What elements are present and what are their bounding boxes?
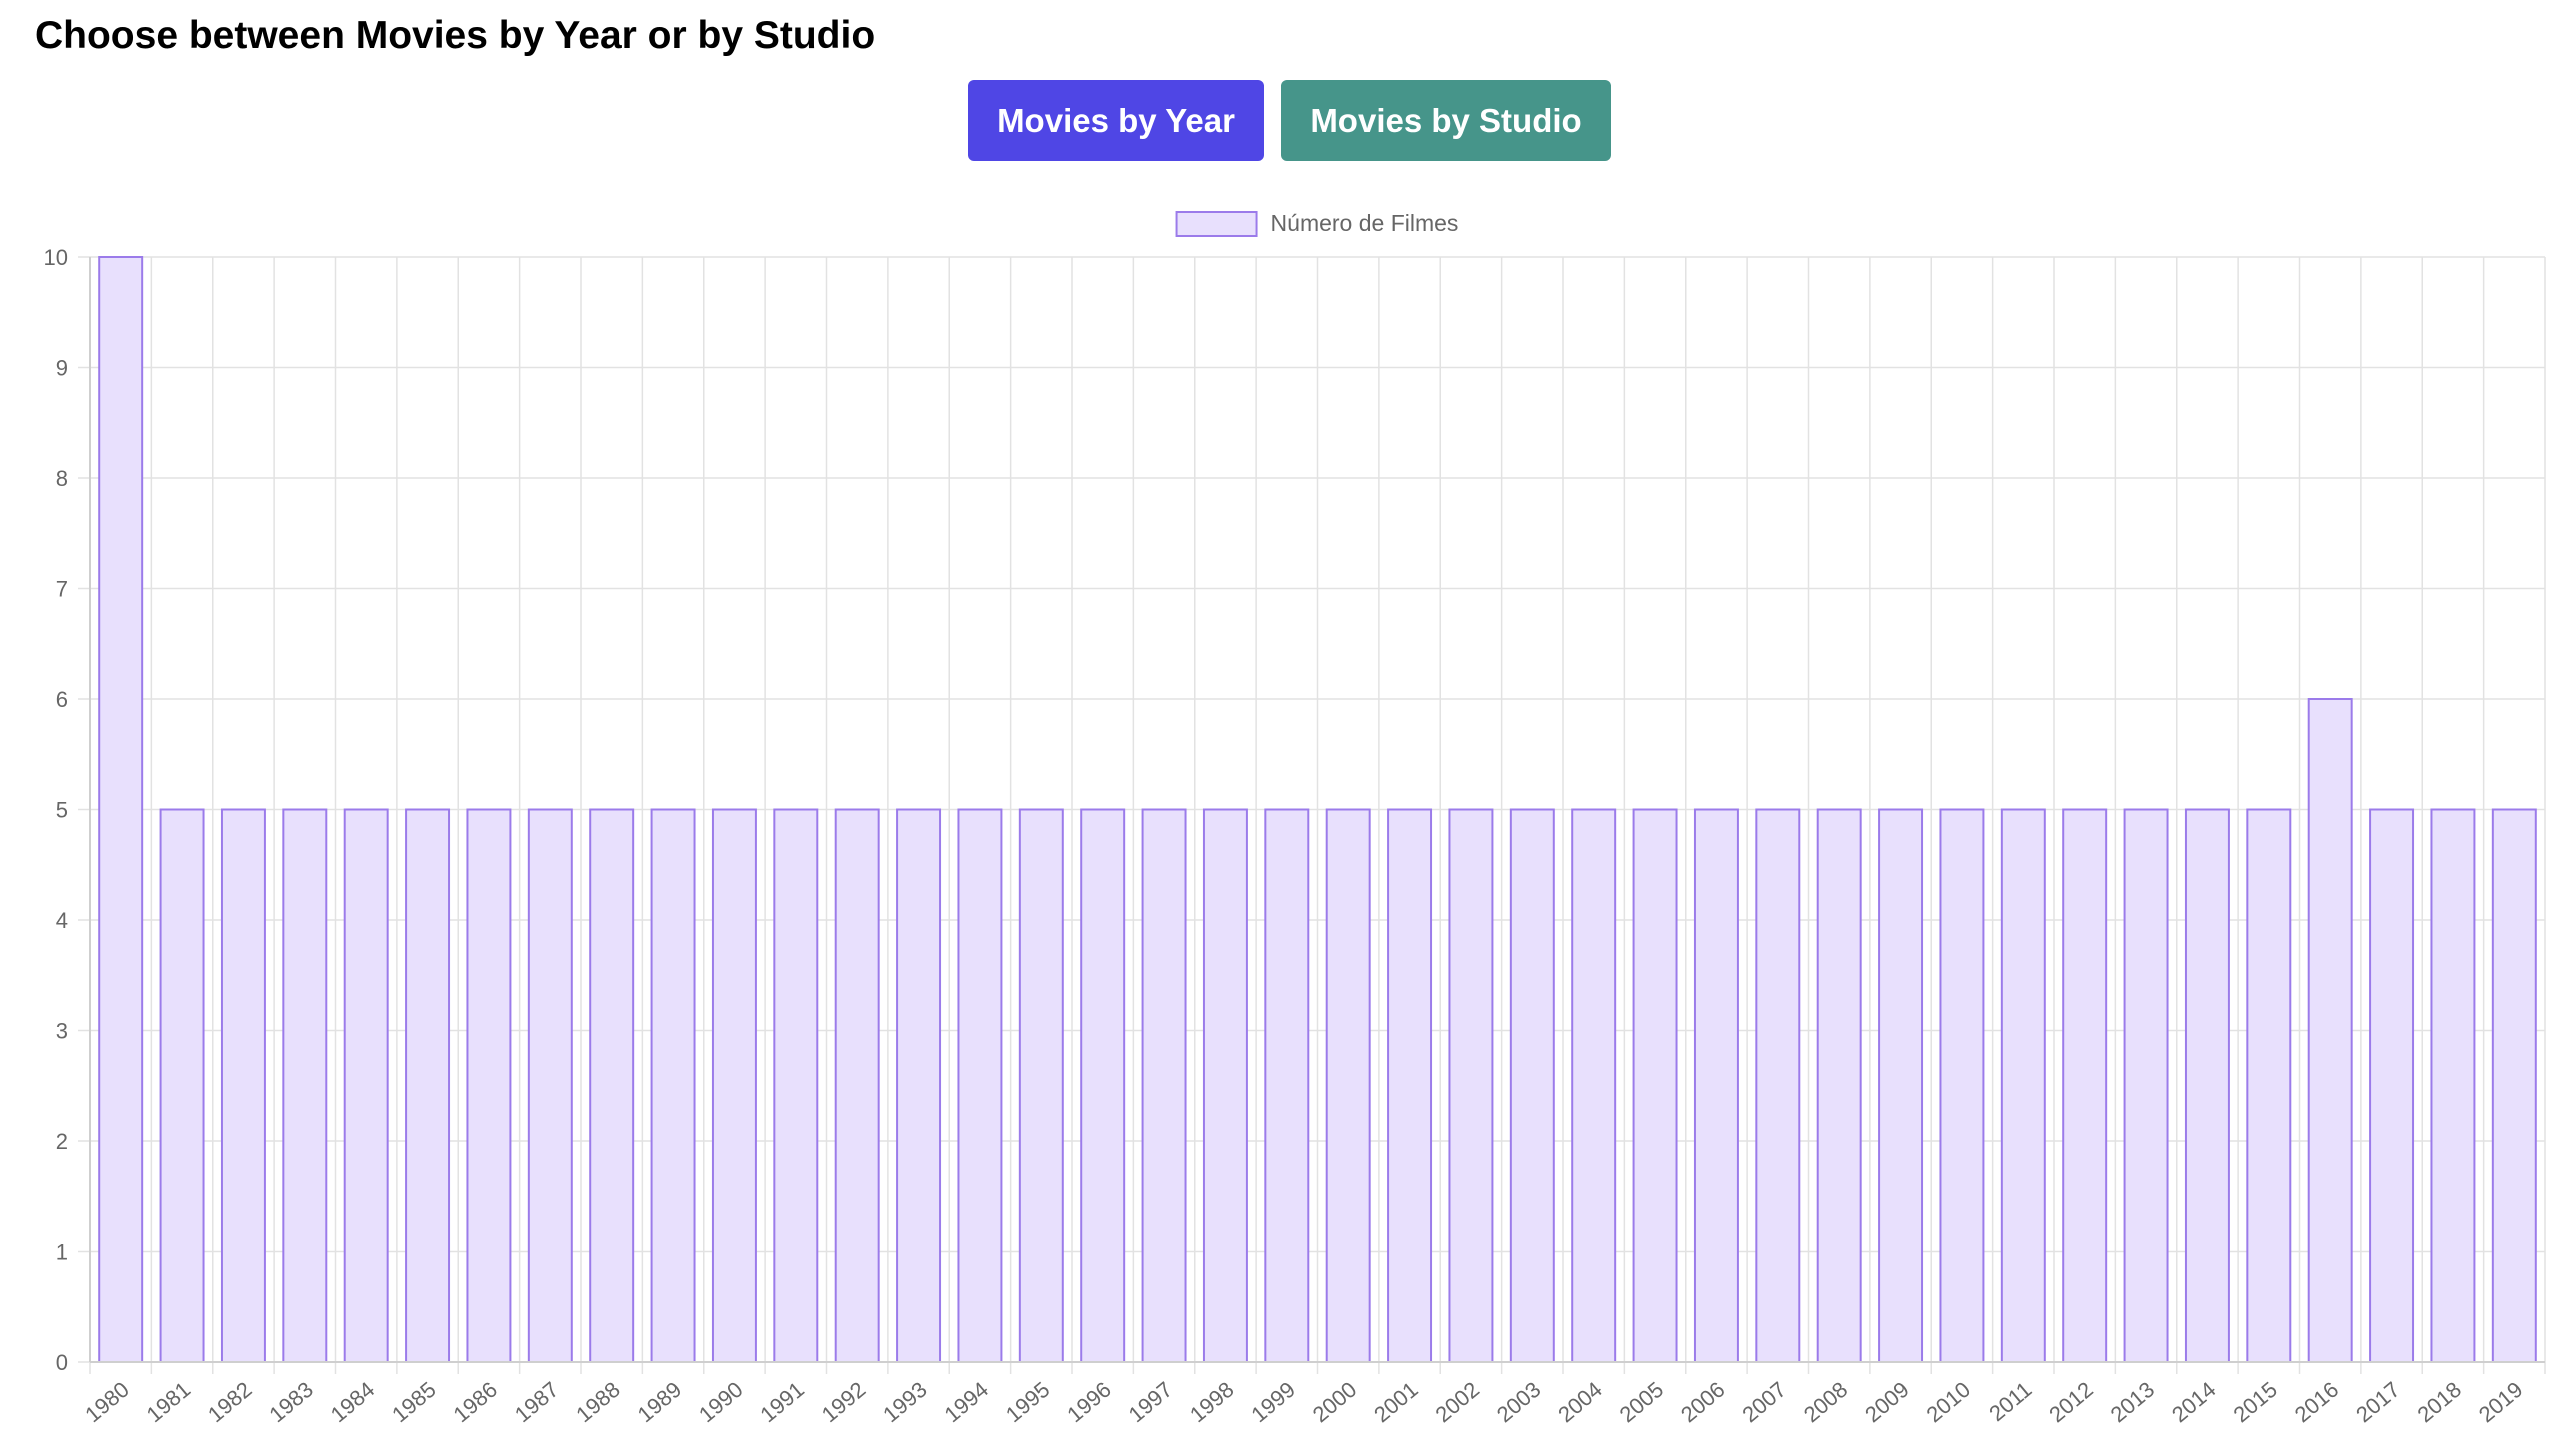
- x-tick-label: 1995: [1001, 1377, 1055, 1428]
- bar-2012[interactable]: [2062, 808, 2108, 1363]
- bar-2003[interactable]: [1509, 808, 1555, 1363]
- x-tick-label: 1989: [633, 1377, 687, 1428]
- bar-1996[interactable]: [1080, 808, 1126, 1363]
- bar-1985[interactable]: [405, 808, 451, 1363]
- bar-2017[interactable]: [2369, 808, 2415, 1363]
- bar-1997[interactable]: [1141, 808, 1187, 1363]
- x-tick-label: 2015: [2228, 1377, 2282, 1428]
- bar-1990[interactable]: [711, 808, 757, 1363]
- x-tick-label: 2007: [1737, 1377, 1791, 1428]
- bar-1992[interactable]: [834, 808, 880, 1363]
- page-title: Choose between Movies by Year or by Stud…: [35, 14, 876, 57]
- x-tick-label: 1986: [449, 1377, 503, 1428]
- x-tick-label: 2014: [2167, 1377, 2221, 1428]
- y-tick-label: 9: [56, 356, 68, 381]
- bar-chart: 0 1 2 3 4 5 6 7 8 9 10 1980 1981 1982 1983 1984 1985 1986…: [44, 210, 2546, 1428]
- bar-2016[interactable]: [2307, 698, 2353, 1363]
- bar-1980[interactable]: [98, 256, 144, 1363]
- x-tick-label: 1983: [264, 1377, 318, 1428]
- bar-1999[interactable]: [1264, 808, 1310, 1363]
- movies-by-studio-button[interactable]: Movies by Studio: [1281, 80, 1611, 161]
- x-tick-label: 1994: [940, 1377, 994, 1428]
- x-tick-label: 2000: [1308, 1377, 1362, 1428]
- bar-2011[interactable]: [2000, 808, 2046, 1363]
- x-tick-label: 1999: [1246, 1377, 1300, 1428]
- bar-1984[interactable]: [343, 808, 389, 1363]
- bar-1995[interactable]: [1018, 808, 1064, 1363]
- bar-2018[interactable]: [2430, 808, 2476, 1363]
- legend-swatch: [1175, 211, 1258, 237]
- x-tick-label: 2002: [1431, 1377, 1485, 1428]
- bar-2005[interactable]: [1632, 808, 1678, 1363]
- y-tick-label: 2: [56, 1129, 68, 1154]
- bar-2001[interactable]: [1387, 808, 1433, 1363]
- x-tick-label: 1987: [510, 1377, 564, 1428]
- bar-2010[interactable]: [1939, 808, 1985, 1363]
- bar-1993[interactable]: [896, 808, 942, 1363]
- bar-1998[interactable]: [1202, 808, 1248, 1363]
- x-tick-label: 2011: [1984, 1377, 2036, 1427]
- x-tick-label: 1982: [203, 1377, 257, 1428]
- y-tick-label: 5: [56, 798, 68, 823]
- bar-2019[interactable]: [2491, 808, 2537, 1363]
- bar-1991[interactable]: [773, 808, 819, 1363]
- y-tick-label: 1: [56, 1240, 68, 1265]
- bar-2014[interactable]: [2184, 808, 2230, 1363]
- x-tick-label: 1981: [142, 1377, 196, 1428]
- bar-2007[interactable]: [1755, 808, 1801, 1363]
- bar-1981[interactable]: [159, 808, 205, 1363]
- bar-2006[interactable]: [1693, 808, 1739, 1363]
- movies-by-year-button[interactable]: Movies by Year: [968, 80, 1264, 161]
- x-tick-label: 1997: [1124, 1377, 1178, 1428]
- bar-2009[interactable]: [1878, 808, 1924, 1363]
- chart-legend[interactable]: Número de Filmes: [1175, 210, 1459, 237]
- bar-2013[interactable]: [2123, 808, 2169, 1363]
- y-tick-label: 3: [56, 1019, 68, 1044]
- x-tick-label: 1985: [387, 1377, 441, 1428]
- y-tick-label: 0: [56, 1350, 68, 1375]
- x-tick-label: 2003: [1492, 1377, 1546, 1428]
- bar-1988[interactable]: [589, 808, 635, 1363]
- x-tick-label: 2018: [2413, 1377, 2467, 1428]
- x-tick-label: 1990: [694, 1377, 748, 1428]
- y-tick-label: 6: [56, 687, 68, 712]
- bar-1982[interactable]: [220, 808, 266, 1363]
- bar-1989[interactable]: [650, 808, 696, 1363]
- bar-2004[interactable]: [1571, 808, 1617, 1363]
- x-tick-label: 1992: [817, 1377, 871, 1428]
- bar-1994[interactable]: [957, 808, 1003, 1363]
- bar-2000[interactable]: [1325, 808, 1371, 1363]
- y-tick-label: 4: [56, 908, 68, 933]
- x-tick-label: 1998: [1185, 1377, 1239, 1428]
- x-tick-label: 1993: [878, 1377, 932, 1428]
- bar-1983[interactable]: [282, 808, 328, 1363]
- x-tick-label: 1988: [571, 1377, 625, 1428]
- x-tick-label: 2009: [1860, 1377, 1914, 1428]
- y-tick-label: 7: [56, 577, 68, 602]
- x-tick-label: 1991: [755, 1377, 809, 1428]
- x-tick-label: 1984: [326, 1377, 380, 1428]
- x-tick-label: 1996: [1062, 1377, 1116, 1428]
- x-tick-label: 2016: [2290, 1377, 2344, 1428]
- x-tick-label: 2008: [1799, 1377, 1853, 1428]
- x-tick-label: 2004: [1553, 1377, 1607, 1428]
- bar-2002[interactable]: [1448, 808, 1494, 1363]
- y-tick-label: 8: [56, 466, 68, 491]
- x-tick-label: 2001: [1369, 1377, 1423, 1428]
- x-tick-label: 2010: [1922, 1377, 1976, 1428]
- x-tick-label: 2012: [2044, 1377, 2098, 1428]
- x-tick-label: 2019: [2474, 1377, 2528, 1428]
- bar-1986[interactable]: [466, 808, 512, 1363]
- x-tick-label: 2013: [2106, 1377, 2160, 1428]
- bar-1987[interactable]: [527, 808, 573, 1363]
- legend-label: Número de Filmes: [1271, 210, 1459, 236]
- x-tick-label: 2005: [1615, 1377, 1669, 1428]
- x-tick-label: 1980: [80, 1377, 134, 1428]
- bar-2015[interactable]: [2246, 808, 2292, 1363]
- x-tick-label: 2006: [1676, 1377, 1730, 1428]
- bar-2008[interactable]: [1816, 808, 1862, 1363]
- y-tick-label: 10: [44, 245, 68, 270]
- x-tick-label: 2017: [2351, 1377, 2405, 1428]
